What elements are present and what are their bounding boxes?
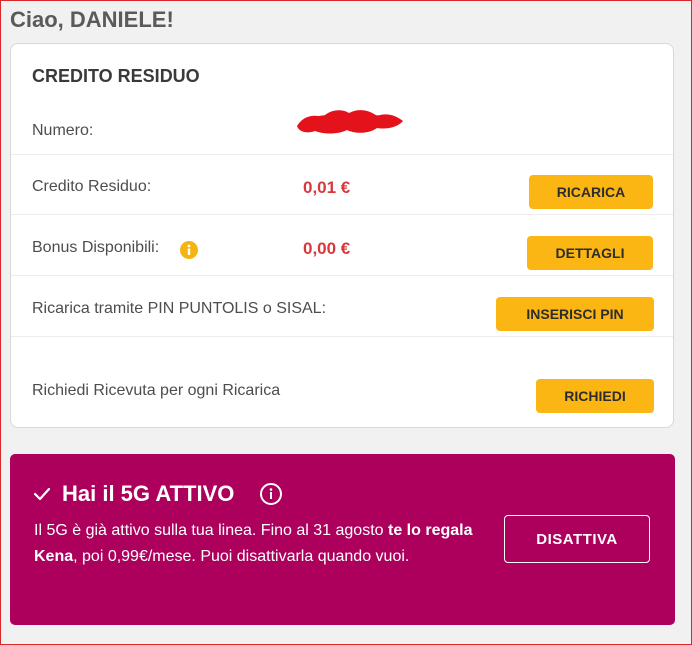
bonus-label: Bonus Disponibili: xyxy=(32,239,160,256)
card-title: CREDITO RESIDUO xyxy=(32,66,200,86)
5g-promo-banner: Hai il 5G ATTIVO Il 5G è già attivo sull… xyxy=(10,454,675,625)
pin-label: Ricarica tramite PIN PUNTOLIS o SISAL: xyxy=(32,300,327,317)
divider xyxy=(11,336,673,337)
bonus-value: 0,00 € xyxy=(303,239,351,258)
ricevuta-label: Richiedi Ricevuta per ogni Ricarica xyxy=(32,382,281,399)
disattiva-button[interactable]: DISATTIVA xyxy=(504,515,650,563)
divider xyxy=(11,154,673,155)
greeting-title: Ciao, DANIELE! xyxy=(10,7,174,32)
promo-title: Hai il 5G ATTIVO xyxy=(62,481,235,506)
info-outline-icon[interactable] xyxy=(259,482,283,506)
check-icon xyxy=(33,487,51,501)
credito-value: 0,01 € xyxy=(303,178,351,197)
divider xyxy=(11,214,673,215)
divider xyxy=(11,275,673,276)
credit-card: CREDITO RESIDUO Numero: Credito Residuo:… xyxy=(10,43,674,428)
redacted-number-scribble xyxy=(297,110,403,134)
promo-text-part1: Il 5G è già attivo sulla tua linea. Fino… xyxy=(34,522,388,539)
inserisci-pin-button[interactable]: INSERISCI PIN xyxy=(496,297,654,331)
promo-text: Il 5G è già attivo sulla tua linea. Fino… xyxy=(34,518,474,570)
info-icon[interactable] xyxy=(180,241,198,259)
numero-label: Numero: xyxy=(32,122,94,139)
dettagli-button[interactable]: DETTAGLI xyxy=(527,236,653,270)
credito-label: Credito Residuo: xyxy=(32,178,152,195)
ricarica-button[interactable]: RICARICA xyxy=(529,175,653,209)
richiedi-button[interactable]: RICHIEDI xyxy=(536,379,654,413)
promo-text-part2: , poi 0,99€/mese. Puoi disattivarla quan… xyxy=(73,548,410,565)
